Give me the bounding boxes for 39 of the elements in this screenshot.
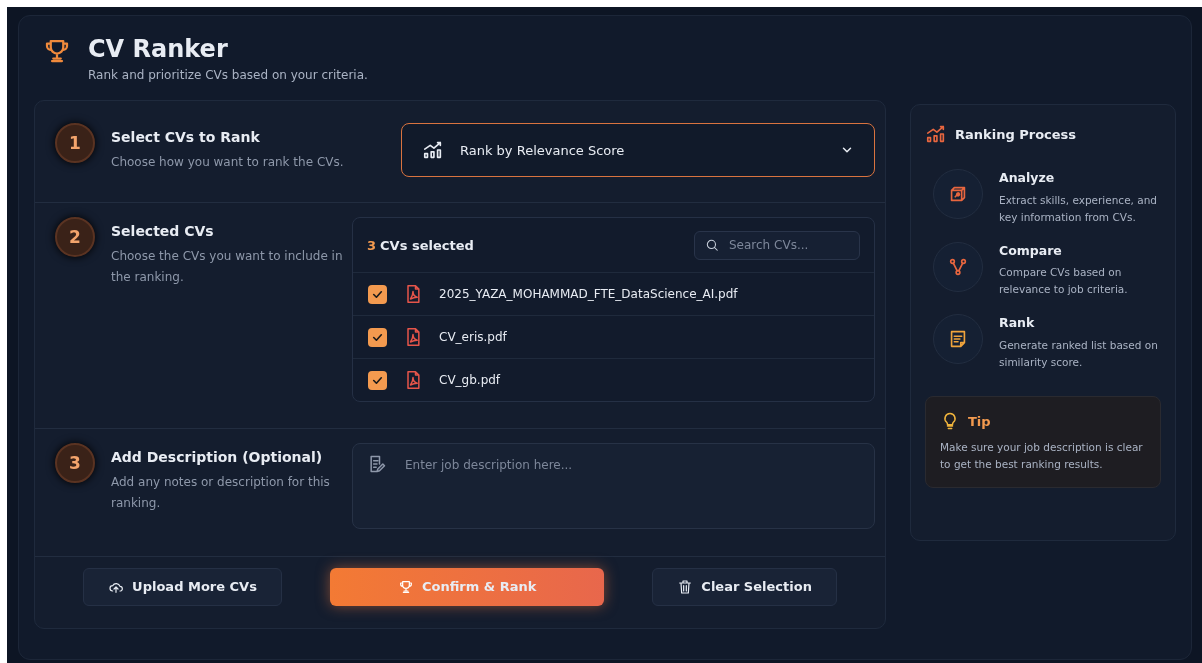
step-title: Selected CVs bbox=[111, 222, 215, 242]
search-input[interactable]: Search CVs... bbox=[727, 235, 847, 256]
trophy-icon bbox=[397, 578, 414, 595]
button[interactable]: Clear Selection bbox=[652, 567, 837, 606]
step-number: 3 bbox=[55, 443, 95, 484]
button[interactable]: Upload More CVs bbox=[83, 567, 282, 606]
checkbox[interactable] bbox=[368, 327, 387, 347]
step-description: Choose the CVs you want to include in the ranking. bbox=[111, 248, 344, 286]
tip-text: Make sure your job description is clear to get the best ranking results. bbox=[940, 440, 1144, 473]
edit-note-icon bbox=[367, 454, 387, 475]
rank-dropdown[interactable]: Rank by Relevance Score bbox=[401, 123, 875, 178]
selected-count: 3 bbox=[367, 236, 377, 255]
search-field[interactable]: Search CVs... bbox=[694, 230, 860, 260]
step-title: Add Description (Optional) bbox=[111, 448, 324, 468]
tip-title: Tip bbox=[968, 412, 991, 431]
step-number: 1 bbox=[55, 123, 95, 164]
process-step-title: Analyze bbox=[999, 169, 1056, 188]
step-title: Select CVs to Rank bbox=[111, 128, 261, 148]
file-name[interactable]: CV_gb.pdf bbox=[439, 371, 501, 390]
panel-title: Ranking Process bbox=[955, 125, 1077, 144]
checkbox[interactable] bbox=[368, 284, 387, 304]
description-field[interactable]: Enter job description here... bbox=[352, 443, 875, 530]
step-description: Add any notes or description for this ranking. bbox=[111, 474, 331, 512]
app-title: CV Ranker bbox=[88, 36, 229, 63]
description-input[interactable]: Enter job description here... bbox=[403, 454, 860, 519]
app-subtitle: Rank and prioritize CVs based on your criteria. bbox=[88, 67, 368, 85]
step-number: 2 bbox=[55, 217, 95, 258]
process-step-description: Generate ranked list based on similarity score. bbox=[999, 337, 1159, 370]
step-description: Choose how you want to rank the CVs. bbox=[111, 154, 345, 172]
checkbox[interactable] bbox=[368, 370, 387, 390]
trash-icon bbox=[677, 578, 694, 595]
search-icon bbox=[705, 238, 719, 253]
process-step-description: Extract skills, experience, and key information from CVs. bbox=[999, 193, 1159, 225]
file-name[interactable]: CV_eris.pdf bbox=[439, 328, 507, 347]
file-name[interactable]: 2025_YAZA_MOHAMMAD_FTE_DataScience_AI.pdf bbox=[439, 285, 738, 304]
process-step-description: Compare CVs based on relevance to job criteria. bbox=[999, 265, 1129, 298]
selected-label: CVs selected bbox=[380, 236, 474, 255]
process-step-title: Rank bbox=[999, 314, 1036, 333]
process-step-title: Compare bbox=[999, 241, 1063, 260]
